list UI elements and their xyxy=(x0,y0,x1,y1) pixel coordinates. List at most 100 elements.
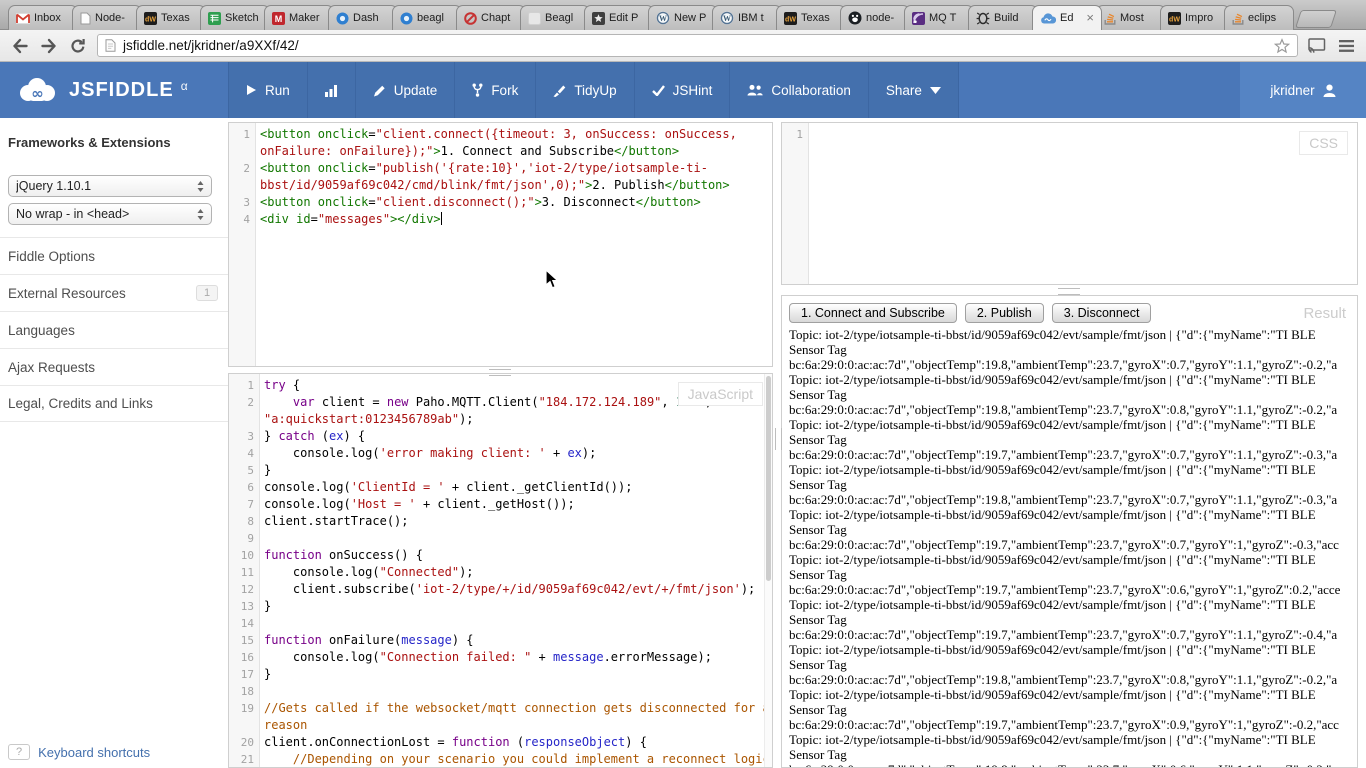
browser-tab[interactable]: Dash xyxy=(328,5,398,30)
code-line[interactable]: 19//Gets called if the websocket/mqtt co… xyxy=(229,700,772,717)
browser-tab[interactable]: MMaker xyxy=(264,5,334,30)
horizontal-splitter-handle[interactable] xyxy=(489,369,511,376)
browser-tab[interactable]: Beagl xyxy=(520,5,590,30)
play-icon xyxy=(246,84,257,96)
code-text: } catch (ex) { xyxy=(259,428,365,445)
horizontal-splitter-handle[interactable] xyxy=(1058,288,1080,295)
code-line[interactable]: 1 xyxy=(782,126,1357,143)
code-line[interactable]: 17} xyxy=(229,666,772,683)
jshint-button[interactable]: JSHint xyxy=(635,62,731,118)
browser-tab[interactable]: eclips xyxy=(1224,5,1294,30)
mqtt-message-line: bc:6a:29:0:0:ac:ac:7d","objectTemp":19.8… xyxy=(789,402,1350,417)
code-line[interactable]: 7console.log('Host = ' + client._getHost… xyxy=(229,496,772,513)
back-button[interactable] xyxy=(10,36,30,56)
mqtt-message: Topic: iot-2/type/iotsample-ti-bbst/id/9… xyxy=(789,597,1350,642)
mqtt-message-line: Topic: iot-2/type/iotsample-ti-bbst/id/9… xyxy=(789,372,1350,387)
browser-tab[interactable]: Chapt xyxy=(456,5,526,30)
code-line[interactable]: 4<div id="messages"></div> xyxy=(229,211,772,228)
address-bar[interactable]: jsfiddle.net/jkridner/a9XXf/42/ xyxy=(97,34,1298,57)
scrollbar-thumb[interactable] xyxy=(766,376,771,581)
collaboration-button[interactable]: Collaboration xyxy=(730,62,869,118)
tab-title: Edit P xyxy=(609,12,646,24)
javascript-editor-panel[interactable]: 1try {2 var client = new Paho.MQTT.Clien… xyxy=(228,373,773,768)
browser-tab[interactable]: WIBM t xyxy=(712,5,782,30)
code-line[interactable]: "a:quickstart:0123456789ab"); xyxy=(229,411,772,428)
css-editor-panel[interactable]: 1 CSS xyxy=(781,122,1358,285)
code-text: client.startTrace(); xyxy=(259,513,409,530)
bookmark-star-icon[interactable] xyxy=(1274,38,1290,54)
code-line[interactable]: 2<button onclick="publish('{rate:10}','i… xyxy=(229,160,772,177)
browser-tab[interactable]: node- xyxy=(840,5,910,30)
code-text: console.log('Host = ' + client._getHost(… xyxy=(259,496,575,513)
sidebar-item-languages[interactable]: Languages xyxy=(0,311,228,348)
code-line[interactable]: 8client.startTrace(); xyxy=(229,513,772,530)
sidebar-item-legal-credits-and-links[interactable]: Legal, Credits and Links xyxy=(0,385,228,422)
stats-button[interactable] xyxy=(308,62,356,118)
result-button-1-connect-and-subscribe[interactable]: 1. Connect and Subscribe xyxy=(789,303,957,323)
code-line[interactable]: 10function onSuccess() { xyxy=(229,547,772,564)
browser-tab[interactable]: Node- xyxy=(72,5,142,30)
result-button-2-publish[interactable]: 2. Publish xyxy=(965,303,1044,323)
user-menu[interactable]: jkridner xyxy=(1240,62,1366,118)
code-line[interactable]: 3<button onclick="client.disconnect();">… xyxy=(229,194,772,211)
sidebar-item-fiddle-options[interactable]: Fiddle Options xyxy=(0,237,228,274)
vertical-splitter-handle[interactable] xyxy=(775,428,782,450)
browser-tab[interactable]: beagl xyxy=(392,5,462,30)
code-line[interactable]: 18 xyxy=(229,683,772,700)
code-line[interactable]: 13} xyxy=(229,598,772,615)
code-line[interactable]: 21 //Depending on your scenario you coul… xyxy=(229,751,772,768)
code-text: try { xyxy=(259,377,300,394)
result-panel: Result 1. Connect and Subscribe2. Publis… xyxy=(781,295,1358,768)
keyboard-shortcuts[interactable]: ? Keyboard shortcuts xyxy=(8,744,150,760)
sidebar: Frameworks & Extensions jQuery 1.10.1 No… xyxy=(0,118,228,768)
forward-button[interactable] xyxy=(39,36,59,56)
browser-tab[interactable]: Most xyxy=(1096,5,1166,30)
toolbar-button-label: JSHint xyxy=(673,83,713,98)
code-line[interactable]: reason xyxy=(229,717,772,734)
menu-button[interactable] xyxy=(1336,36,1356,56)
new-tab-button[interactable] xyxy=(1295,10,1337,28)
scrollbar[interactable] xyxy=(764,374,772,767)
html-editor-panel[interactable]: 1<button onclick="client.connect({timeou… xyxy=(228,122,773,367)
tidyup-button[interactable]: TidyUp xyxy=(536,62,634,118)
share-button[interactable]: Share xyxy=(869,62,959,118)
code-line[interactable]: bbst/id/9059af69c042/cmd/blink/fmt/json'… xyxy=(229,177,772,194)
browser-tab[interactable]: Inbox xyxy=(8,5,78,30)
code-line[interactable]: 4 console.log('error making client: ' + … xyxy=(229,445,772,462)
code-line[interactable]: 1<button onclick="client.connect({timeou… xyxy=(229,126,772,143)
browser-tab[interactable]: WNew P xyxy=(648,5,718,30)
code-line[interactable]: 15function onFailure(message) { xyxy=(229,632,772,649)
browser-tab-active[interactable]: Ed× xyxy=(1032,5,1102,30)
fork-button[interactable]: Fork xyxy=(455,62,536,118)
tab-close-icon[interactable]: × xyxy=(1086,13,1094,23)
browser-tab[interactable]: Build xyxy=(968,5,1038,30)
code-line[interactable]: 12 client.subscribe('iot-2/type/+/id/905… xyxy=(229,581,772,598)
browser-tab[interactable]: Sketch xyxy=(200,5,270,30)
code-line[interactable]: 20client.onConnectionLost = function (re… xyxy=(229,734,772,751)
code-line[interactable]: 16 console.log("Connection failed: " + m… xyxy=(229,649,772,666)
wrap-select[interactable]: No wrap - in <head> xyxy=(8,203,212,225)
run-button[interactable]: Run xyxy=(229,62,308,118)
code-line[interactable]: 9 xyxy=(229,530,772,547)
browser-tab[interactable]: MQ T xyxy=(904,5,974,30)
sidebar-item-external-resources[interactable]: External Resources1 xyxy=(0,274,228,311)
browser-tab[interactable]: dWImpro xyxy=(1160,5,1230,30)
code-line[interactable]: 14 xyxy=(229,615,772,632)
keyboard-shortcuts-label: Keyboard shortcuts xyxy=(38,745,150,760)
update-button[interactable]: Update xyxy=(356,62,456,118)
code-line[interactable]: 11 console.log("Connected"); xyxy=(229,564,772,581)
browser-tab[interactable]: dWTexas xyxy=(136,5,206,30)
framework-select[interactable]: jQuery 1.10.1 xyxy=(8,175,212,197)
sidebar-item-ajax-requests[interactable]: Ajax Requests xyxy=(0,348,228,385)
code-line[interactable]: 6console.log('ClientId = ' + client._get… xyxy=(229,479,772,496)
cast-button[interactable] xyxy=(1307,36,1327,56)
code-line[interactable]: 5} xyxy=(229,462,772,479)
result-button-3-disconnect[interactable]: 3. Disconnect xyxy=(1052,303,1152,323)
url-text[interactable]: jsfiddle.net/jkridner/a9XXf/42/ xyxy=(123,38,1267,53)
reload-button[interactable] xyxy=(68,36,88,56)
code-line[interactable]: onFailure: onFailure});">1. Connect and … xyxy=(229,143,772,160)
code-line[interactable]: 3} catch (ex) { xyxy=(229,428,772,445)
browser-tab[interactable]: Edit P xyxy=(584,5,654,30)
browser-tab[interactable]: dWTexas xyxy=(776,5,846,30)
jsfiddle-logo[interactable]: ∞ JSFIDDLE α xyxy=(16,62,188,118)
